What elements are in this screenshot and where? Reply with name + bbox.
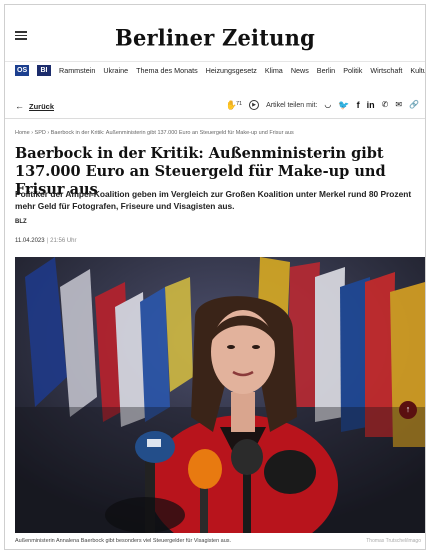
nav-item-thema[interactable]: Thema des Monats — [136, 66, 198, 75]
site-logo[interactable]: Berliner Zeitung — [5, 24, 425, 50]
date-separator: | — [46, 238, 49, 244]
back-label: Zurück — [29, 101, 55, 111]
share-bar: ✋71 ▶ Artikel teilen mit: ◡ 🐦 f in ✆ ✉ 🔗 — [226, 99, 419, 111]
facebook-icon[interactable]: f — [357, 99, 360, 111]
nav-item-berlin[interactable]: Berlin — [317, 66, 335, 75]
site-header: Berliner Zeitung — [5, 5, 425, 57]
article-lead: Politiker der Ampel-Koalition geben im V… — [15, 189, 412, 211]
twitter-icon[interactable]: 🐦 — [338, 99, 349, 111]
photo-credit: Thomas Trutschel/imago — [366, 538, 421, 544]
whatsapp-icon[interactable]: ✆ — [382, 99, 389, 111]
article-author[interactable]: BLZ — [15, 219, 27, 225]
back-link[interactable]: ← Zurück — [15, 101, 54, 111]
nav-item-news[interactable]: News — [291, 66, 309, 75]
scroll-to-top-button[interactable]: ↑ — [399, 401, 417, 419]
share-label: Artikel teilen mit: — [266, 101, 318, 109]
nav-item-heizungsgesetz[interactable]: Heizungsgesetz — [206, 66, 257, 75]
nav-item-politik[interactable]: Politik — [343, 66, 362, 75]
nav-badge-os[interactable]: OS — [15, 65, 29, 76]
link-icon[interactable]: 🔗 — [409, 99, 419, 111]
topic-nav: OS BI Rammstein Ukraine Thema des Monats… — [5, 61, 425, 79]
nav-item-ukraine[interactable]: Ukraine — [103, 66, 128, 75]
article-photo — [15, 257, 425, 533]
nav-item-kultur[interactable]: Kultur — [410, 66, 425, 75]
pocket-icon[interactable]: ◡ — [324, 99, 331, 111]
breadcrumb[interactable]: Home › SPD › Baerbock in der Kritik: Auß… — [15, 130, 294, 136]
photo-illustration — [15, 257, 425, 533]
comments-button[interactable]: ✋71 — [226, 99, 242, 111]
email-icon[interactable]: ✉ — [395, 99, 402, 111]
photo-caption: Außenministerin Annalena Baerbock gibt b… — [15, 538, 232, 544]
comment-count: 71 — [235, 100, 243, 107]
linkedin-icon[interactable]: in — [367, 99, 375, 111]
nav-item-rammstein[interactable]: Rammstein — [59, 66, 95, 75]
nav-item-klima[interactable]: Klima — [265, 66, 283, 75]
publish-time: 21:56 Uhr — [50, 238, 77, 244]
nav-item-wirtschaft[interactable]: Wirtschaft — [370, 66, 402, 75]
publish-date: 11.04.2023 — [15, 238, 45, 244]
nav-badge-bi[interactable]: BI — [37, 65, 51, 76]
article-toolbar: ← Zurück ✋71 ▶ Artikel teilen mit: ◡ 🐦 f… — [5, 93, 425, 119]
article-date: 11.04.2023 | 21:56 Uhr — [15, 238, 77, 244]
arrow-left-icon: ← — [15, 101, 24, 111]
page-frame: Berliner Zeitung OS BI Rammstein Ukraine… — [4, 4, 426, 550]
play-audio-icon[interactable]: ▶ — [249, 100, 260, 110]
